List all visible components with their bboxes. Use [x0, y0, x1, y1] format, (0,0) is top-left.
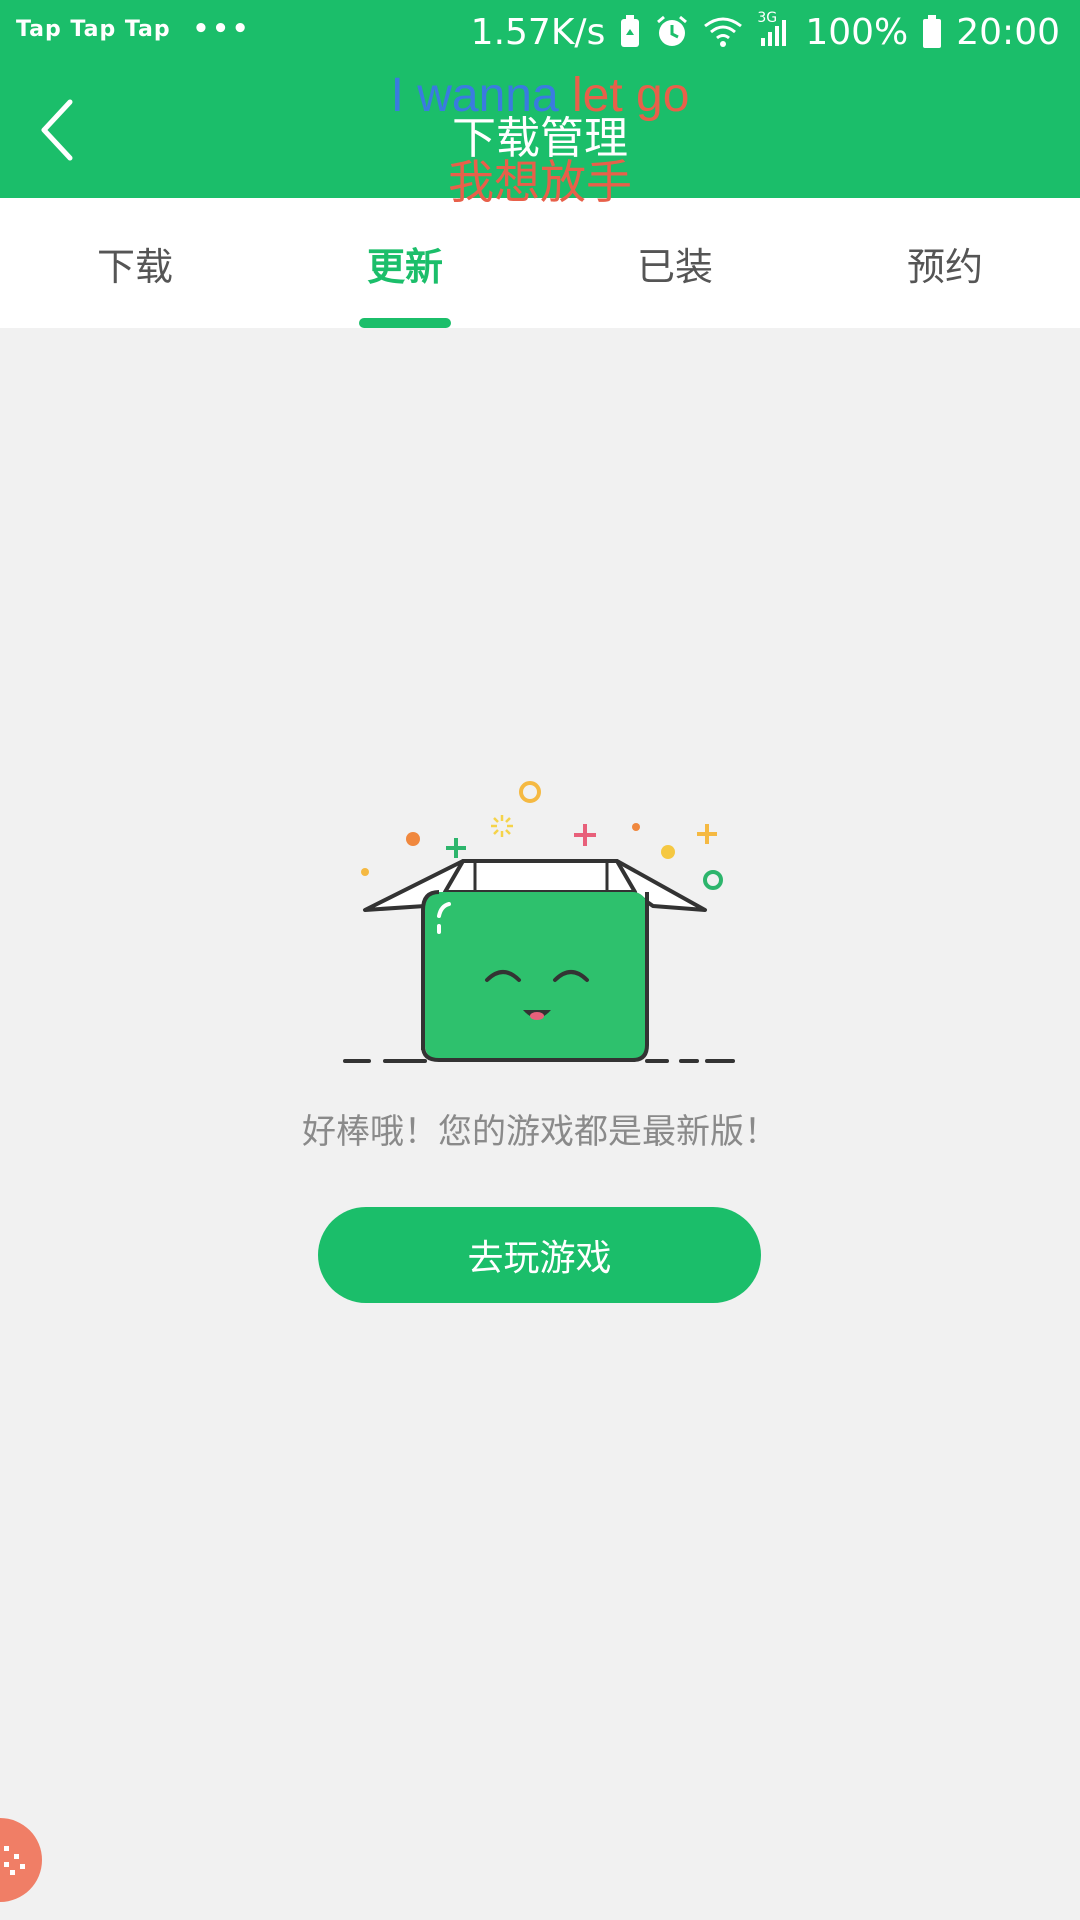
system-icons: 1.57K/s 3G 100% 20:00 [471, 8, 1060, 56]
battery-icon [922, 15, 942, 49]
sparkle-dot [406, 832, 420, 846]
go-play-games-button[interactable]: 去玩游戏 [318, 1207, 761, 1303]
battery-percent: 100% [805, 11, 909, 53]
tab-label: 预约 [906, 244, 983, 289]
network-type-label: 3G [757, 10, 778, 26]
empty-state-message: 好棒哦！您的游戏都是最新版！ [302, 1112, 778, 1152]
happy-box-illustration [335, 770, 735, 1070]
tab-reservation[interactable]: 预约 [810, 198, 1080, 328]
lyric-overlay-english: I wanna let go [0, 68, 1080, 123]
sparkle-plus [697, 824, 717, 844]
wifi-icon [703, 16, 743, 48]
net-speed: 1.57K/s [470, 11, 606, 53]
lyric-en-upcoming: let go [572, 69, 690, 122]
tab-label: 更新 [366, 244, 443, 289]
sparkle-ring [703, 870, 723, 890]
sparkle-dot [661, 845, 675, 859]
clock: 20:00 [956, 11, 1060, 53]
lyric-overlay-chinese: 我想放手 [448, 155, 632, 209]
gamepad-icon [4, 1846, 25, 1875]
battery-saver-icon [619, 15, 641, 49]
floating-game-button[interactable] [0, 1818, 42, 1902]
app-header: Tap Tap Tap ••• 1.57K/s 3G 100% 20:00 下载… [0, 0, 1080, 209]
sparkle-ring [519, 781, 541, 803]
tab-installed[interactable]: 已装 [540, 198, 810, 328]
notification-area: Tap Tap Tap ••• [16, 14, 251, 44]
lyric-en-sung: I wanna [390, 69, 573, 122]
status-bar: Tap Tap Tap ••• 1.57K/s 3G 100% 20:00 [0, 0, 1080, 64]
active-tab-indicator [359, 318, 451, 328]
alarm-icon [655, 15, 689, 49]
tab-update[interactable]: 更新 [270, 198, 540, 328]
signal-icon: 3G [757, 10, 791, 48]
more-notifications-icon: ••• [192, 14, 252, 44]
sparkle-burst [491, 815, 513, 837]
tab-bar: 下载 更新 已装 预约 [0, 198, 1080, 328]
sparkle-plus [574, 824, 596, 846]
sparkle-dot [361, 868, 369, 876]
sparkle-dot [632, 823, 640, 831]
notification-app-labels: Tap Tap Tap [16, 16, 171, 42]
tab-label: 已装 [636, 244, 713, 289]
tab-download[interactable]: 下载 [0, 198, 270, 328]
sparkle-plus [446, 838, 466, 858]
tab-label: 下载 [96, 244, 173, 289]
